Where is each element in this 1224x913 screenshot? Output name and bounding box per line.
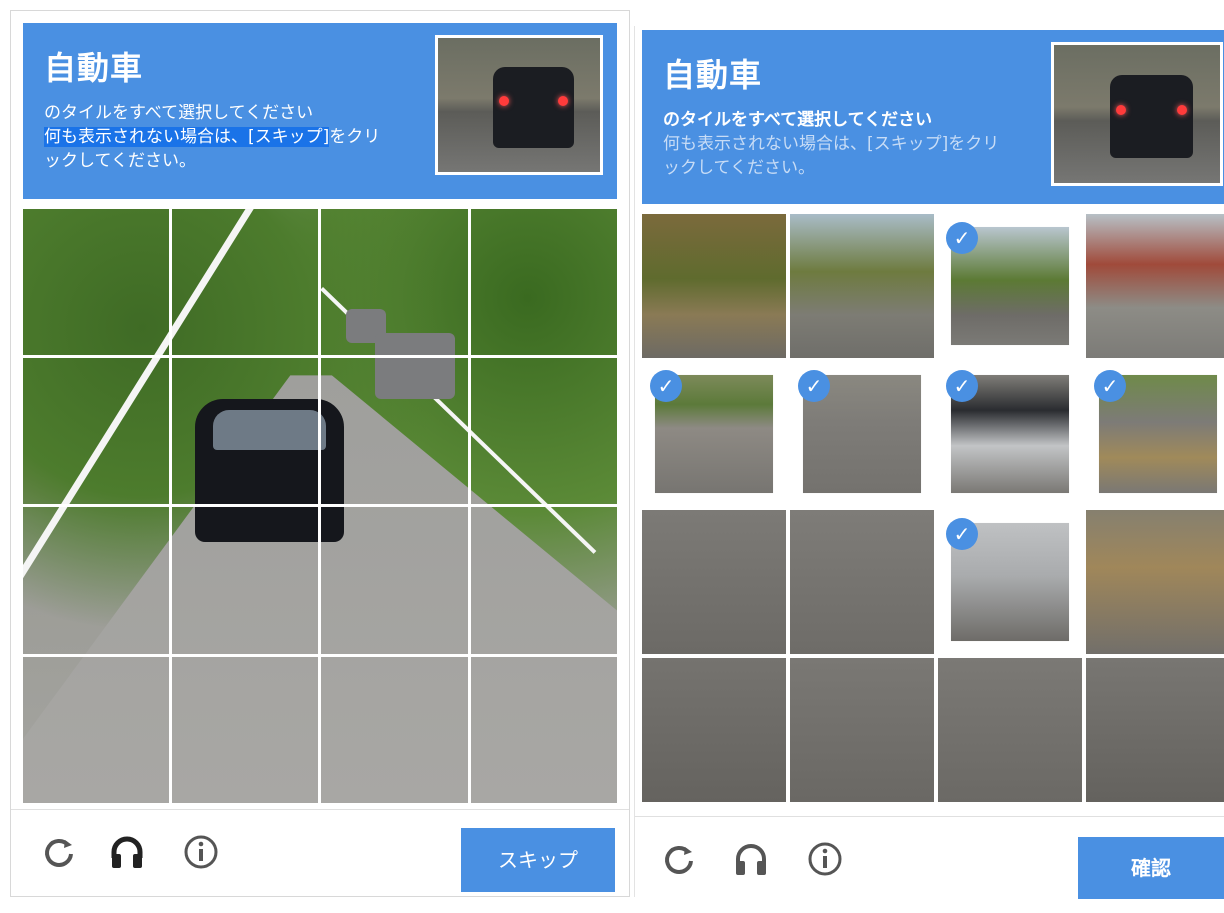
image-tile[interactable]	[938, 658, 1082, 802]
image-tile[interactable]: ✓	[642, 362, 786, 506]
image-grid	[23, 209, 617, 803]
tile-image	[1086, 658, 1224, 802]
checkmark-icon: ✓	[798, 370, 830, 402]
tile-image	[642, 658, 786, 802]
image-tile[interactable]: ✓	[790, 362, 934, 506]
instruction-line-3: ックしてください。	[663, 158, 815, 178]
image-tile[interactable]	[790, 214, 934, 358]
tile-image	[938, 658, 1082, 802]
instruction-line-2-rest: をクリ	[329, 127, 381, 147]
image-tile[interactable]: ✓	[938, 510, 1082, 654]
target-keyword: 自動車	[44, 49, 144, 87]
challenge-header: 自動車 のタイルをすべて選択してください 何も表示されない場合は、[スキップ]を…	[642, 30, 1224, 204]
skip-button[interactable]: スキップ	[461, 828, 615, 892]
challenge-header: 自動車 のタイルをすべて選択してください 何も表示されない場合は、[スキップ]を…	[23, 23, 617, 199]
checkmark-icon: ✓	[946, 222, 978, 254]
image-tile[interactable]	[790, 510, 934, 654]
reload-icon[interactable]	[659, 839, 699, 879]
tile-image	[790, 214, 934, 358]
captcha-footer: スキップ	[11, 809, 629, 898]
instruction-line-1: のタイルをすべて選択してください	[663, 110, 933, 130]
example-thumbnail	[435, 35, 603, 175]
example-car-image	[493, 67, 575, 148]
checkmark-icon: ✓	[946, 370, 978, 402]
image-tile[interactable]: ✓	[938, 362, 1082, 506]
selected-text: 何も表示されない場合は、[スキップ]	[44, 127, 330, 147]
info-icon[interactable]	[805, 839, 845, 879]
tile-image	[1086, 510, 1224, 654]
verify-button[interactable]: 確認	[1078, 837, 1224, 899]
grid-line	[23, 355, 617, 358]
example-thumbnail	[1051, 42, 1223, 186]
image-tile[interactable]	[642, 658, 786, 802]
reload-icon[interactable]	[39, 832, 79, 872]
image-grid: ✓ ✓ ✓ ✓ ✓ ✓	[642, 214, 1224, 807]
grid-line	[23, 654, 617, 657]
checkmark-icon: ✓	[1094, 370, 1126, 402]
headphones-icon[interactable]	[731, 839, 771, 879]
info-icon[interactable]	[181, 832, 221, 872]
image-tile[interactable]	[1086, 510, 1224, 654]
tile-image	[790, 510, 934, 654]
image-tile[interactable]	[1086, 658, 1224, 802]
captcha-footer: 確認	[635, 816, 1224, 913]
instruction-line-1: のタイルをすべて選択してください	[44, 103, 314, 123]
captcha-panel-left: 自動車 のタイルをすべて選択してください 何も表示されない場合は、[スキップ]を…	[10, 10, 630, 897]
captcha-panel-right: 自動車 のタイルをすべて選択してください 何も表示されない場合は、[スキップ]を…	[634, 26, 1224, 899]
image-tile[interactable]	[642, 510, 786, 654]
tile-image	[642, 214, 786, 358]
tile-image	[790, 658, 934, 802]
tile-image	[1086, 214, 1224, 358]
grid-overlay	[23, 209, 617, 803]
grid-line	[23, 504, 617, 507]
image-tile[interactable]	[642, 214, 786, 358]
checkmark-icon: ✓	[946, 518, 978, 550]
headphones-icon[interactable]	[107, 832, 147, 872]
image-tile[interactable]: ✓	[1086, 362, 1224, 506]
instruction-line-2: 何も表示されない場合は、[スキップ]をクリ	[663, 134, 1000, 154]
instruction-line-2: 何も表示されない場合は、[スキップ]をクリ	[44, 125, 380, 149]
example-car-image	[1110, 75, 1194, 159]
target-keyword: 自動車	[663, 56, 763, 94]
checkmark-icon: ✓	[650, 370, 682, 402]
image-tile[interactable]	[1086, 214, 1224, 358]
tile-image	[642, 510, 786, 654]
image-tile[interactable]: ✓	[938, 214, 1082, 358]
instruction-line-3: ックしてください。	[44, 151, 196, 171]
image-tile[interactable]	[790, 658, 934, 802]
